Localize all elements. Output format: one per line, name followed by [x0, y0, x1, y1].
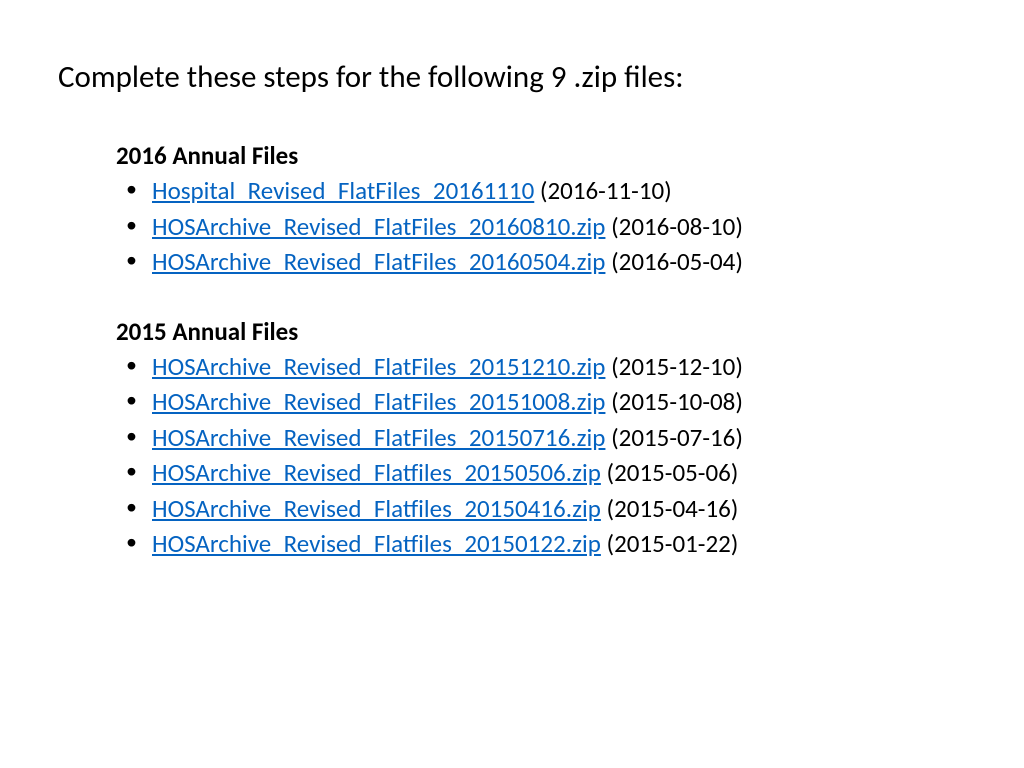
file-link[interactable]: HOSArchive_Revised_Flatfiles_20150416.zi… [152, 493, 601, 524]
list-item: HOSArchive_Revised_FlatFiles_20151210.zi… [116, 349, 966, 385]
file-date: (2016-05-04) [611, 246, 743, 277]
section-2016: 2016 Annual Files Hospital_Revised_FlatF… [116, 140, 966, 280]
section-heading-2016: 2016 Annual Files [116, 140, 966, 171]
list-item: HOSArchive_Revised_FlatFiles_20151008.zi… [116, 384, 966, 420]
section-heading-2015: 2015 Annual Files [116, 316, 966, 347]
list-item: HOSArchive_Revised_Flatfiles_20150506.zi… [116, 455, 966, 491]
list-item: HOSArchive_Revised_Flatfiles_20150122.zi… [116, 526, 966, 562]
list-item: HOSArchive_Revised_Flatfiles_20150416.zi… [116, 491, 966, 527]
file-date: (2015-12-10) [611, 351, 743, 382]
file-list-2015: HOSArchive_Revised_FlatFiles_20151210.zi… [116, 349, 966, 562]
file-link[interactable]: HOSArchive_Revised_FlatFiles_20151210.zi… [152, 351, 605, 382]
file-date: (2015-05-06) [607, 457, 739, 488]
section-2015: 2015 Annual Files HOSArchive_Revised_Fla… [116, 316, 966, 562]
file-link[interactable]: HOSArchive_Revised_FlatFiles_20150716.zi… [152, 422, 605, 453]
list-item: HOSArchive_Revised_FlatFiles_20160810.zi… [116, 209, 966, 245]
file-date: (2016-11-10) [540, 175, 672, 206]
file-date: (2015-04-16) [607, 493, 739, 524]
file-link[interactable]: Hospital_Revised_FlatFiles_20161110 [152, 175, 534, 206]
file-date: (2015-07-16) [611, 422, 743, 453]
list-item: HOSArchive_Revised_FlatFiles_20160504.zi… [116, 244, 966, 280]
file-link[interactable]: HOSArchive_Revised_Flatfiles_20150122.zi… [152, 528, 601, 559]
file-date: (2015-10-08) [611, 386, 743, 417]
page-title: Complete these steps for the following 9… [58, 58, 966, 96]
file-link[interactable]: HOSArchive_Revised_Flatfiles_20150506.zi… [152, 457, 601, 488]
list-item: Hospital_Revised_FlatFiles_20161110 (201… [116, 173, 966, 209]
file-link[interactable]: HOSArchive_Revised_FlatFiles_20160810.zi… [152, 211, 605, 242]
list-item: HOSArchive_Revised_FlatFiles_20150716.zi… [116, 420, 966, 456]
file-list-2016: Hospital_Revised_FlatFiles_20161110 (201… [116, 173, 966, 280]
file-link[interactable]: HOSArchive_Revised_FlatFiles_20160504.zi… [152, 246, 605, 277]
file-date: (2016-08-10) [611, 211, 743, 242]
file-link[interactable]: HOSArchive_Revised_FlatFiles_20151008.zi… [152, 386, 605, 417]
file-date: (2015-01-22) [607, 528, 739, 559]
